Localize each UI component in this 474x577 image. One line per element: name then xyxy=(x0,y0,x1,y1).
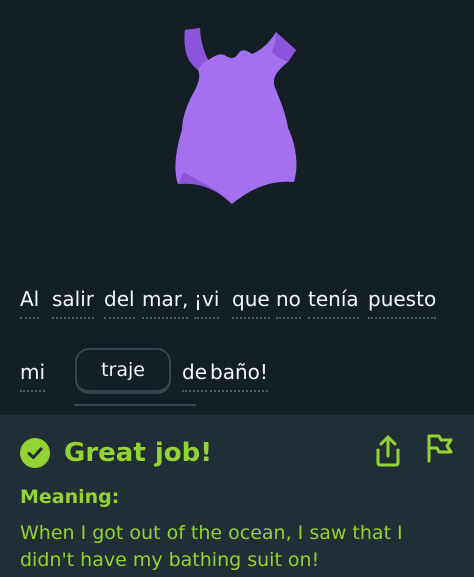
share-icon[interactable] xyxy=(372,434,404,468)
check-circle-icon xyxy=(20,438,50,468)
word-token[interactable]: no xyxy=(276,285,301,319)
meaning-label: Meaning: xyxy=(20,486,120,508)
answer-blank xyxy=(74,404,196,406)
flag-icon[interactable] xyxy=(424,432,456,464)
word-token[interactable]: salir xyxy=(52,285,95,319)
word-token[interactable]: mi xyxy=(20,358,46,392)
word-token[interactable]: que xyxy=(232,285,270,319)
word-token[interactable]: del xyxy=(104,285,135,319)
word-token[interactable]: baño! xyxy=(210,358,268,392)
word-token[interactable]: tenía xyxy=(308,285,359,319)
selected-word-chip[interactable]: traje xyxy=(75,348,171,394)
word-token[interactable]: mar, xyxy=(142,285,189,319)
word-token[interactable]: de xyxy=(182,358,207,392)
word-token[interactable]: puesto xyxy=(368,285,437,319)
swimsuit-illustration xyxy=(175,28,297,204)
word-token[interactable]: ¡vi xyxy=(194,285,220,319)
word-token[interactable]: Al xyxy=(20,285,40,319)
feedback-title: Great job! xyxy=(64,438,213,468)
meaning-text: When I got out of the ocean, I saw that … xyxy=(20,522,403,571)
